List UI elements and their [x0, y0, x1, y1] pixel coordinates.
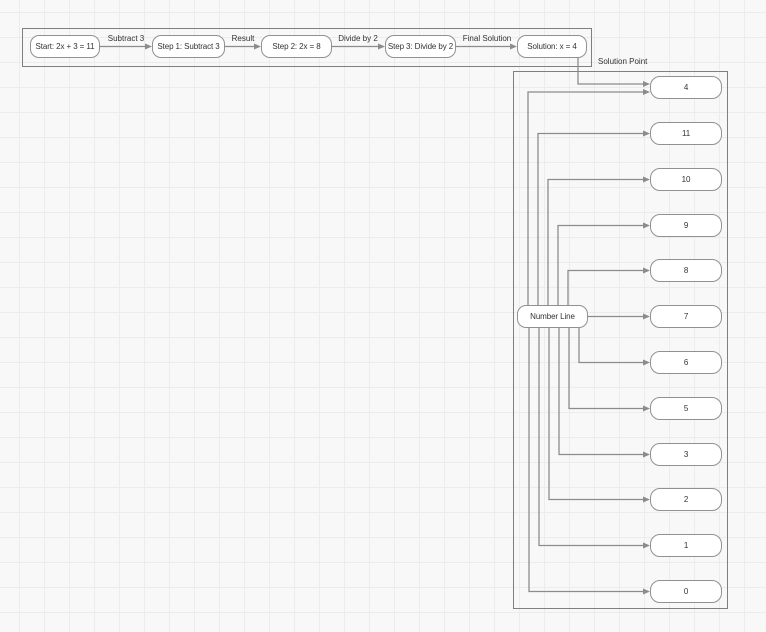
edge-hub-5	[568, 328, 650, 412]
node-value-3[interactable]: 3	[650, 443, 722, 466]
node-value-2[interactable]: 2	[650, 488, 722, 511]
node-value-6[interactable]: 6	[650, 351, 722, 374]
edge-hub-8	[567, 267, 650, 305]
node-value-1[interactable]: 1	[650, 534, 722, 557]
node-value-9[interactable]: 9	[650, 214, 722, 237]
edge-label-divide-by-2: Divide by 2	[338, 34, 378, 43]
node-step3[interactable]: Step 3: Divide by 2	[385, 35, 456, 58]
edge-hub-0	[528, 328, 650, 595]
node-solution[interactable]: Solution: x = 4	[517, 35, 587, 58]
edge-label-solution-point: Solution Point	[598, 57, 648, 66]
node-value-11[interactable]: 11	[650, 122, 722, 145]
node-value-10[interactable]: 10	[650, 168, 722, 191]
edge-label-result: Result	[231, 34, 255, 43]
node-value-8[interactable]: 8	[650, 259, 722, 282]
edge-hub-4	[527, 89, 650, 305]
edge-hub-2	[548, 328, 650, 503]
edge-hub-3	[558, 328, 650, 458]
node-start[interactable]: Start: 2x + 3 = 11	[30, 35, 100, 58]
edge-hub-9	[557, 222, 650, 305]
edge-hub-6	[578, 328, 650, 366]
node-value-0[interactable]: 0	[650, 580, 722, 603]
edge-label-final-solution: Final Solution	[462, 34, 512, 43]
edge-hub-1	[538, 328, 650, 549]
edge-hub-11	[537, 130, 650, 305]
node-step2[interactable]: Step 2: 2x = 8	[261, 35, 332, 58]
node-value-4[interactable]: 4	[650, 76, 722, 99]
edge-hub-10	[547, 176, 650, 305]
node-step1[interactable]: Step 1: Subtract 3	[152, 35, 225, 58]
node-number-line-hub[interactable]: Number Line	[517, 305, 588, 328]
node-value-5[interactable]: 5	[650, 397, 722, 420]
diagram-canvas[interactable]: Start: 2x + 3 = 11 Step 1: Subtract 3 St…	[0, 0, 766, 632]
node-value-7[interactable]: 7	[650, 305, 722, 328]
edge-label-subtract-3: Subtract 3	[107, 34, 145, 43]
